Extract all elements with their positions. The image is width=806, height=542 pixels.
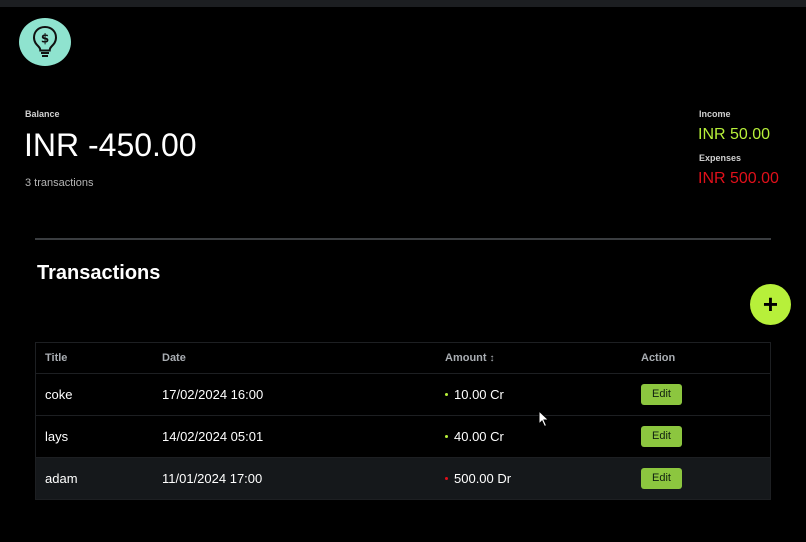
row-date: 17/02/2024 16:00 xyxy=(153,373,436,416)
row-action: Edit xyxy=(632,415,770,458)
balance-label: Balance xyxy=(25,109,60,119)
row-title: adam xyxy=(36,457,153,499)
svg-text:$: $ xyxy=(41,32,49,46)
app-page: $ Balance INR -450.00 3 transactions Inc… xyxy=(0,0,806,542)
column-header-amount[interactable]: Amount ↕ xyxy=(436,343,632,374)
transaction-count: 3 transactions xyxy=(25,177,94,189)
credit-dot-icon xyxy=(445,435,448,439)
row-amount: 40.00 Cr xyxy=(436,415,632,458)
credit-dot-icon xyxy=(445,393,448,397)
section-divider xyxy=(35,238,771,240)
table-row: lays 14/02/2024 05:01 40.00 Cr Edit xyxy=(36,415,770,458)
table-row: coke 17/02/2024 16:00 10.00 Cr Edit xyxy=(36,373,770,416)
debit-dot-icon xyxy=(445,477,448,481)
edit-button[interactable]: Edit xyxy=(641,468,682,489)
expenses-label: Expenses xyxy=(699,153,742,163)
income-label: Income xyxy=(699,109,731,119)
add-transaction-button[interactable]: + xyxy=(750,284,791,325)
column-header-date[interactable]: Date xyxy=(153,343,436,374)
row-action: Edit xyxy=(632,457,770,499)
transactions-table: Title Date Amount ↕ Action coke 17/02/202… xyxy=(35,342,771,500)
row-amount: 500.00 Dr xyxy=(436,457,632,499)
row-title: lays xyxy=(36,415,153,458)
table-row: adam 11/01/2024 17:00 500.00 Dr Edit xyxy=(36,457,770,499)
expenses-value: INR 500.00 xyxy=(698,170,779,187)
column-header-action: Action xyxy=(632,343,770,374)
browser-top-bar xyxy=(0,0,806,7)
mouse-cursor-icon xyxy=(538,410,550,428)
row-action: Edit xyxy=(632,373,770,416)
balance-value: INR -450.00 xyxy=(24,127,197,163)
income-value: INR 50.00 xyxy=(698,126,771,143)
app-logo[interactable]: $ xyxy=(19,18,71,66)
column-header-title[interactable]: Title xyxy=(36,343,153,374)
table-header-row: Title Date Amount ↕ Action xyxy=(36,343,770,374)
plus-icon: + xyxy=(762,289,779,319)
edit-button[interactable]: Edit xyxy=(641,384,682,405)
transactions-heading: Transactions xyxy=(37,262,161,284)
row-date: 14/02/2024 05:01 xyxy=(153,415,436,458)
row-title: coke xyxy=(36,373,153,416)
sort-icon[interactable]: ↕ xyxy=(490,353,495,364)
row-amount: 10.00 Cr xyxy=(436,373,632,416)
lightbulb-dollar-icon: $ xyxy=(32,25,58,57)
row-date: 11/01/2024 17:00 xyxy=(153,457,436,499)
edit-button[interactable]: Edit xyxy=(641,426,682,447)
